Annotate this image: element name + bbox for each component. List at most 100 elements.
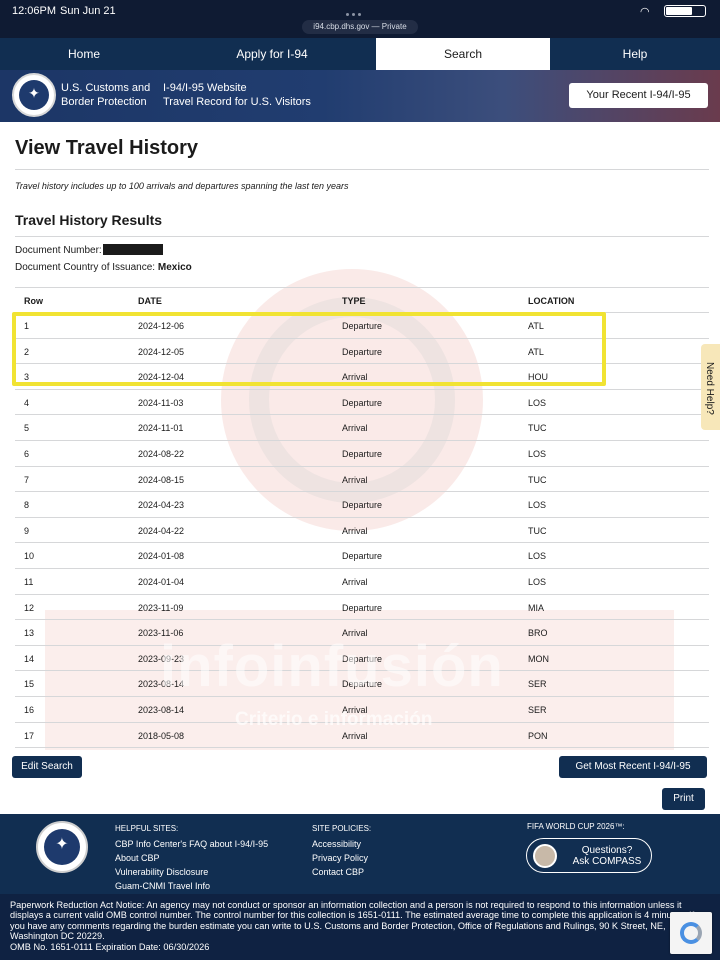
intro-text: Travel history includes up to 100 arriva… <box>15 181 349 191</box>
nav-help[interactable]: Help <box>550 38 720 70</box>
notice-text: Paperwork Reduction Act Notice: An agenc… <box>10 900 695 942</box>
nav-home[interactable]: Home <box>0 38 168 70</box>
table-row: 12 2023-11-09 Departure MIA <box>15 595 709 621</box>
cell-location: LOS <box>528 448 547 459</box>
cell-location: SER <box>528 679 547 690</box>
footer-link-guam[interactable]: Guam-CNMI Travel Info <box>115 879 268 893</box>
cell-row: 13 <box>24 628 35 639</box>
site-name: I-94/I-95 Website Travel Record for U.S.… <box>163 81 311 109</box>
table-row: 10 2024-01-08 Departure LOS <box>15 543 709 569</box>
document-country-value: Mexico <box>157 262 192 273</box>
cell-location: MON <box>528 653 549 664</box>
get-most-recent-button[interactable]: Get Most Recent I-94/I-95 <box>559 756 707 778</box>
paperwork-notice: Paperwork Reduction Act Notice: An agenc… <box>0 894 720 960</box>
cell-row: 11 <box>24 576 34 587</box>
cell-location: TUC <box>528 474 547 485</box>
print-button[interactable]: Print <box>662 788 705 810</box>
cell-type: Departure <box>342 551 383 562</box>
agency-name[interactable]: U.S. Customs and Border Protection <box>61 81 150 109</box>
cell-date: 2023-08-14 <box>138 704 185 715</box>
nav-apply[interactable]: Apply for I-94 <box>168 38 376 70</box>
battery-icon <box>664 5 706 17</box>
cell-location: LOS <box>528 576 547 587</box>
table-row: 7 2024-08-15 Arrival TUC <box>15 467 709 493</box>
divider <box>15 169 709 170</box>
site-policies-heading: SITE POLICIES: <box>312 824 372 833</box>
cell-type: Departure <box>342 397 383 408</box>
cell-location: TUC <box>528 525 547 536</box>
highlight-box <box>12 312 606 386</box>
edit-search-button[interactable]: Edit Search <box>12 756 82 778</box>
watermark-tagline: Criterio e información <box>235 709 433 730</box>
nav-search[interactable]: Search <box>376 38 550 70</box>
page-title: View Travel History <box>15 137 199 159</box>
omb-number: OMB No. 1651-0111 Expiration Date: 06/30… <box>10 941 210 952</box>
cell-date: 2024-11-03 <box>138 397 184 408</box>
multitask-dots-icon[interactable] <box>346 3 376 16</box>
header-row: Row <box>24 296 43 306</box>
cell-row: 9 <box>24 525 30 536</box>
cell-type: Arrival <box>342 576 368 587</box>
table-header: Row DATE TYPE LOCATION <box>15 287 709 313</box>
cell-date: 2024-04-22 <box>138 525 185 536</box>
footer-link-contact[interactable]: Contact CBP <box>312 865 371 879</box>
cell-date: 2024-11-01 <box>138 423 184 434</box>
cell-type: Arrival <box>342 474 368 485</box>
helpful-sites-heading: HELPFUL SITES: <box>115 824 179 833</box>
footer-link-accessibility[interactable]: Accessibility <box>312 837 371 851</box>
agency-line1: U.S. Customs and <box>61 82 151 94</box>
watermark-brand: infoinfusión <box>160 634 504 699</box>
header-type: TYPE <box>342 296 366 306</box>
table-row: 9 2024-04-22 Arrival TUC <box>15 518 709 544</box>
cell-location: MIA <box>528 602 545 613</box>
cell-type: Arrival <box>342 423 368 434</box>
cell-row: 17 <box>24 730 35 741</box>
cell-date: 2018-05-08 <box>138 730 185 741</box>
table-row: 11 2024-01-04 Arrival LOS <box>15 569 709 595</box>
cell-date: 2024-04-23 <box>138 500 185 511</box>
footer-link-about[interactable]: About CBP <box>115 851 268 865</box>
cell-row: 7 <box>24 474 30 485</box>
redacted-document-number <box>102 244 163 255</box>
cell-row: 12 <box>24 602 35 613</box>
top-nav: Home Apply for I-94 Search Help <box>0 38 720 70</box>
cell-row: 15 <box>24 679 35 690</box>
divider <box>15 236 709 237</box>
agency-line2: Border Protection <box>61 96 147 108</box>
ask-compass-button[interactable]: Questions? Ask COMPASS <box>526 838 652 873</box>
cell-location: LOS <box>528 500 547 511</box>
cell-date: 2024-01-08 <box>138 551 185 562</box>
footer-link-vulnerability[interactable]: Vulnerability Disclosure <box>115 865 268 879</box>
compass-label: Questions? Ask COMPASS <box>565 845 649 867</box>
footer-link-faq[interactable]: CBP Info Center's FAQ about I-94/I-95 <box>115 837 268 851</box>
table-row: 8 2024-04-23 Departure LOS <box>15 492 709 518</box>
cell-row: 14 <box>24 653 35 664</box>
helpful-sites: HELPFUL SITES: CBP Info Center's FAQ abo… <box>115 822 268 893</box>
cell-location: LOS <box>528 551 547 562</box>
cell-type: Departure <box>342 448 383 459</box>
site-policies: SITE POLICIES: Accessibility Privacy Pol… <box>312 822 371 879</box>
need-help-tab[interactable]: Need Help? <box>701 344 720 430</box>
document-number-label: Document Number: <box>15 245 102 256</box>
cell-row: 10 <box>24 551 35 562</box>
header-location: LOCATION <box>528 296 575 306</box>
cell-row: 4 <box>24 397 30 408</box>
cell-date: 2024-08-15 <box>138 474 185 485</box>
cell-date: 2024-08-22 <box>138 448 185 459</box>
status-time: 12:06PM <box>12 5 57 17</box>
footer-link-privacy[interactable]: Privacy Policy <box>312 851 371 865</box>
cbp-seal-icon[interactable]: ✦ <box>12 73 56 117</box>
cell-type: Arrival <box>342 525 368 536</box>
table-row: 4 2024-11-03 Departure LOS <box>15 390 709 416</box>
results-title: Travel History Results <box>15 212 163 228</box>
your-recent-i94-button[interactable]: Your Recent I-94/I-95 <box>569 83 708 108</box>
cell-date: 2023-11-09 <box>138 602 184 613</box>
recaptcha-icon[interactable] <box>670 912 712 954</box>
header-date: DATE <box>138 296 162 306</box>
cell-date: 2024-01-04 <box>138 576 185 587</box>
cell-location: PON <box>528 730 548 741</box>
document-country-label: Document Country of Issuance: <box>15 262 156 273</box>
site-line2: Travel Record for U.S. Visitors <box>163 96 311 108</box>
url-bar[interactable]: i94.cbp.dhs.gov — Private <box>302 20 418 34</box>
cell-row: 16 <box>24 704 35 715</box>
